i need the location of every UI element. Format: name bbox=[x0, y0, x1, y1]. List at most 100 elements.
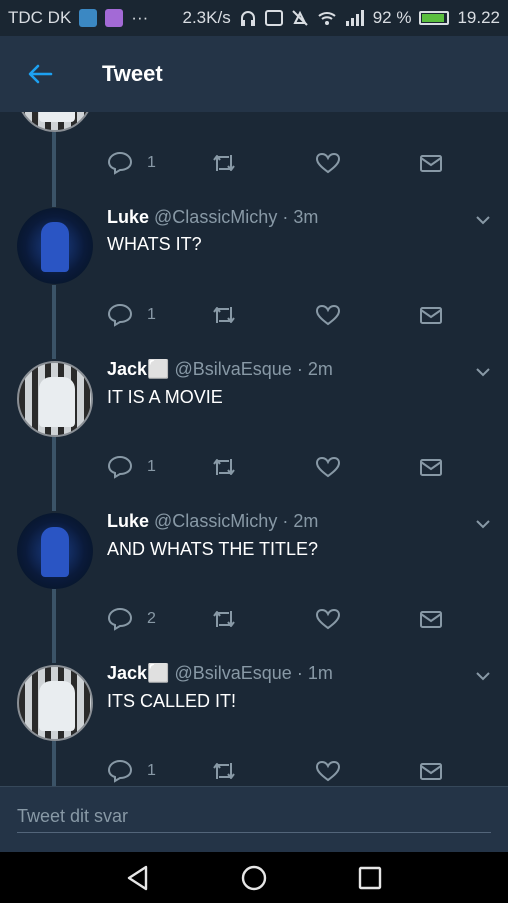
retweet-button[interactable] bbox=[211, 149, 237, 177]
reply-count: 1 bbox=[147, 154, 156, 171]
chevron-down-icon[interactable] bbox=[472, 665, 494, 687]
envelope-icon bbox=[420, 459, 442, 476]
like-button[interactable] bbox=[315, 605, 341, 633]
reply-button[interactable]: 2 bbox=[107, 605, 156, 633]
reply-button[interactable]: 1 bbox=[107, 301, 156, 329]
display-name[interactable]: Jack⬜ bbox=[107, 663, 169, 683]
timestamp: 1m bbox=[307, 663, 333, 683]
share-button[interactable] bbox=[418, 605, 444, 633]
heart-icon bbox=[315, 456, 341, 478]
tweet-header: Jack⬜ @BsilvaEsque · 1m bbox=[107, 663, 333, 684]
reply-icon bbox=[107, 607, 133, 631]
conversation-timeline[interactable]: 1 Luke @ClassicMichy · 3m WHATS IT? 1 Ja… bbox=[0, 112, 508, 786]
mute-icon bbox=[291, 10, 308, 26]
retweet-button[interactable] bbox=[211, 453, 237, 481]
reply-count: 1 bbox=[147, 306, 156, 323]
timestamp: 3m bbox=[293, 207, 319, 227]
user-handle[interactable]: @BsilvaEsque bbox=[174, 359, 291, 379]
timestamp: 2m bbox=[293, 511, 319, 531]
heart-icon bbox=[315, 152, 341, 174]
clock: 19.22 bbox=[457, 8, 500, 27]
more-notifications-icon: ··· bbox=[131, 8, 149, 27]
system-nav-bar bbox=[0, 852, 508, 903]
display-name[interactable]: Luke bbox=[107, 207, 149, 227]
user-handle[interactable]: @ClassicMichy bbox=[154, 511, 277, 531]
tweet-header: Jack⬜ @BsilvaEsque · 2m bbox=[107, 359, 333, 380]
retweet-icon bbox=[213, 307, 235, 323]
user-handle[interactable]: @ClassicMichy bbox=[154, 207, 277, 227]
share-button[interactable] bbox=[418, 757, 444, 785]
avatar[interactable] bbox=[17, 208, 93, 284]
reply-icon bbox=[107, 759, 133, 783]
like-button[interactable] bbox=[315, 149, 341, 177]
tweet-actions: 1 bbox=[107, 453, 452, 481]
retweet-icon bbox=[213, 459, 235, 475]
headphones-icon bbox=[240, 11, 255, 26]
tweet-header: Luke @ClassicMichy · 3m bbox=[107, 207, 318, 228]
separator-dot: · bbox=[282, 207, 289, 227]
chevron-down-icon[interactable] bbox=[472, 513, 494, 535]
avatar[interactable] bbox=[17, 361, 93, 437]
thread-line bbox=[52, 132, 56, 207]
reply-button[interactable]: 1 bbox=[107, 453, 156, 481]
thread-line bbox=[52, 285, 56, 359]
tweet-header: Luke @ClassicMichy · 2m bbox=[107, 511, 318, 532]
thread-line bbox=[52, 589, 56, 663]
tweet-actions: 2 bbox=[107, 605, 452, 633]
chevron-down-icon[interactable] bbox=[472, 361, 494, 383]
avatar[interactable] bbox=[17, 665, 93, 741]
reply-button[interactable]: 1 bbox=[107, 149, 156, 177]
status-left: TDC DK ··· bbox=[8, 8, 148, 28]
reply-input[interactable] bbox=[17, 801, 491, 833]
signal-icon bbox=[345, 10, 364, 26]
like-button[interactable] bbox=[315, 453, 341, 481]
tweet-text: WHATS IT? bbox=[107, 234, 202, 254]
envelope-icon bbox=[420, 155, 442, 172]
chevron-down-icon[interactable] bbox=[472, 209, 494, 231]
tweet-actions: 1 bbox=[107, 149, 452, 177]
heart-icon bbox=[315, 608, 341, 630]
reply-count: 1 bbox=[147, 762, 156, 779]
battery-icon bbox=[419, 11, 450, 25]
avatar[interactable] bbox=[17, 112, 93, 132]
carrier-label: TDC DK bbox=[8, 8, 72, 27]
tweet-actions: 1 bbox=[107, 301, 452, 329]
envelope-icon bbox=[420, 611, 442, 628]
retweet-icon bbox=[213, 611, 235, 627]
envelope-icon bbox=[420, 307, 442, 324]
user-handle[interactable]: @BsilvaEsque bbox=[174, 663, 291, 683]
retweet-button[interactable] bbox=[211, 605, 237, 633]
nav-recents-icon[interactable] bbox=[356, 864, 384, 892]
retweet-button[interactable] bbox=[211, 301, 237, 329]
retweet-icon bbox=[213, 155, 235, 171]
nfc-icon bbox=[264, 10, 283, 26]
tweet-text: AND WHATS THE TITLE? bbox=[107, 539, 319, 559]
display-name[interactable]: Luke bbox=[107, 511, 149, 531]
wifi-icon bbox=[318, 12, 336, 25]
share-button[interactable] bbox=[418, 453, 444, 481]
heart-icon bbox=[315, 760, 341, 782]
like-button[interactable] bbox=[315, 301, 341, 329]
separator-dot: · bbox=[296, 663, 303, 683]
retweet-icon bbox=[213, 763, 235, 779]
display-name[interactable]: Jack⬜ bbox=[107, 359, 169, 379]
like-button[interactable] bbox=[315, 757, 341, 785]
nav-home-icon[interactable] bbox=[240, 864, 268, 892]
page-title: Tweet bbox=[102, 61, 163, 86]
photo-notification-icon bbox=[105, 9, 124, 27]
tweet-text: IT IS A MOVIE bbox=[107, 387, 223, 407]
reply-button[interactable]: 1 bbox=[107, 757, 156, 785]
separator-dot: · bbox=[296, 359, 303, 379]
nav-back-icon[interactable] bbox=[124, 864, 152, 892]
thread-line bbox=[52, 741, 56, 786]
share-button[interactable] bbox=[418, 301, 444, 329]
app-bar: Tweet bbox=[0, 36, 508, 112]
tweet-actions: 1 bbox=[107, 757, 452, 785]
thread-line bbox=[52, 437, 56, 511]
retweet-button[interactable] bbox=[211, 757, 237, 785]
avatar[interactable] bbox=[17, 513, 93, 589]
back-arrow-icon[interactable] bbox=[10, 44, 70, 104]
twitter-notification-icon bbox=[79, 9, 98, 27]
share-button[interactable] bbox=[418, 149, 444, 177]
status-right: 2.3K/s 92 % 19.22 bbox=[183, 8, 501, 28]
